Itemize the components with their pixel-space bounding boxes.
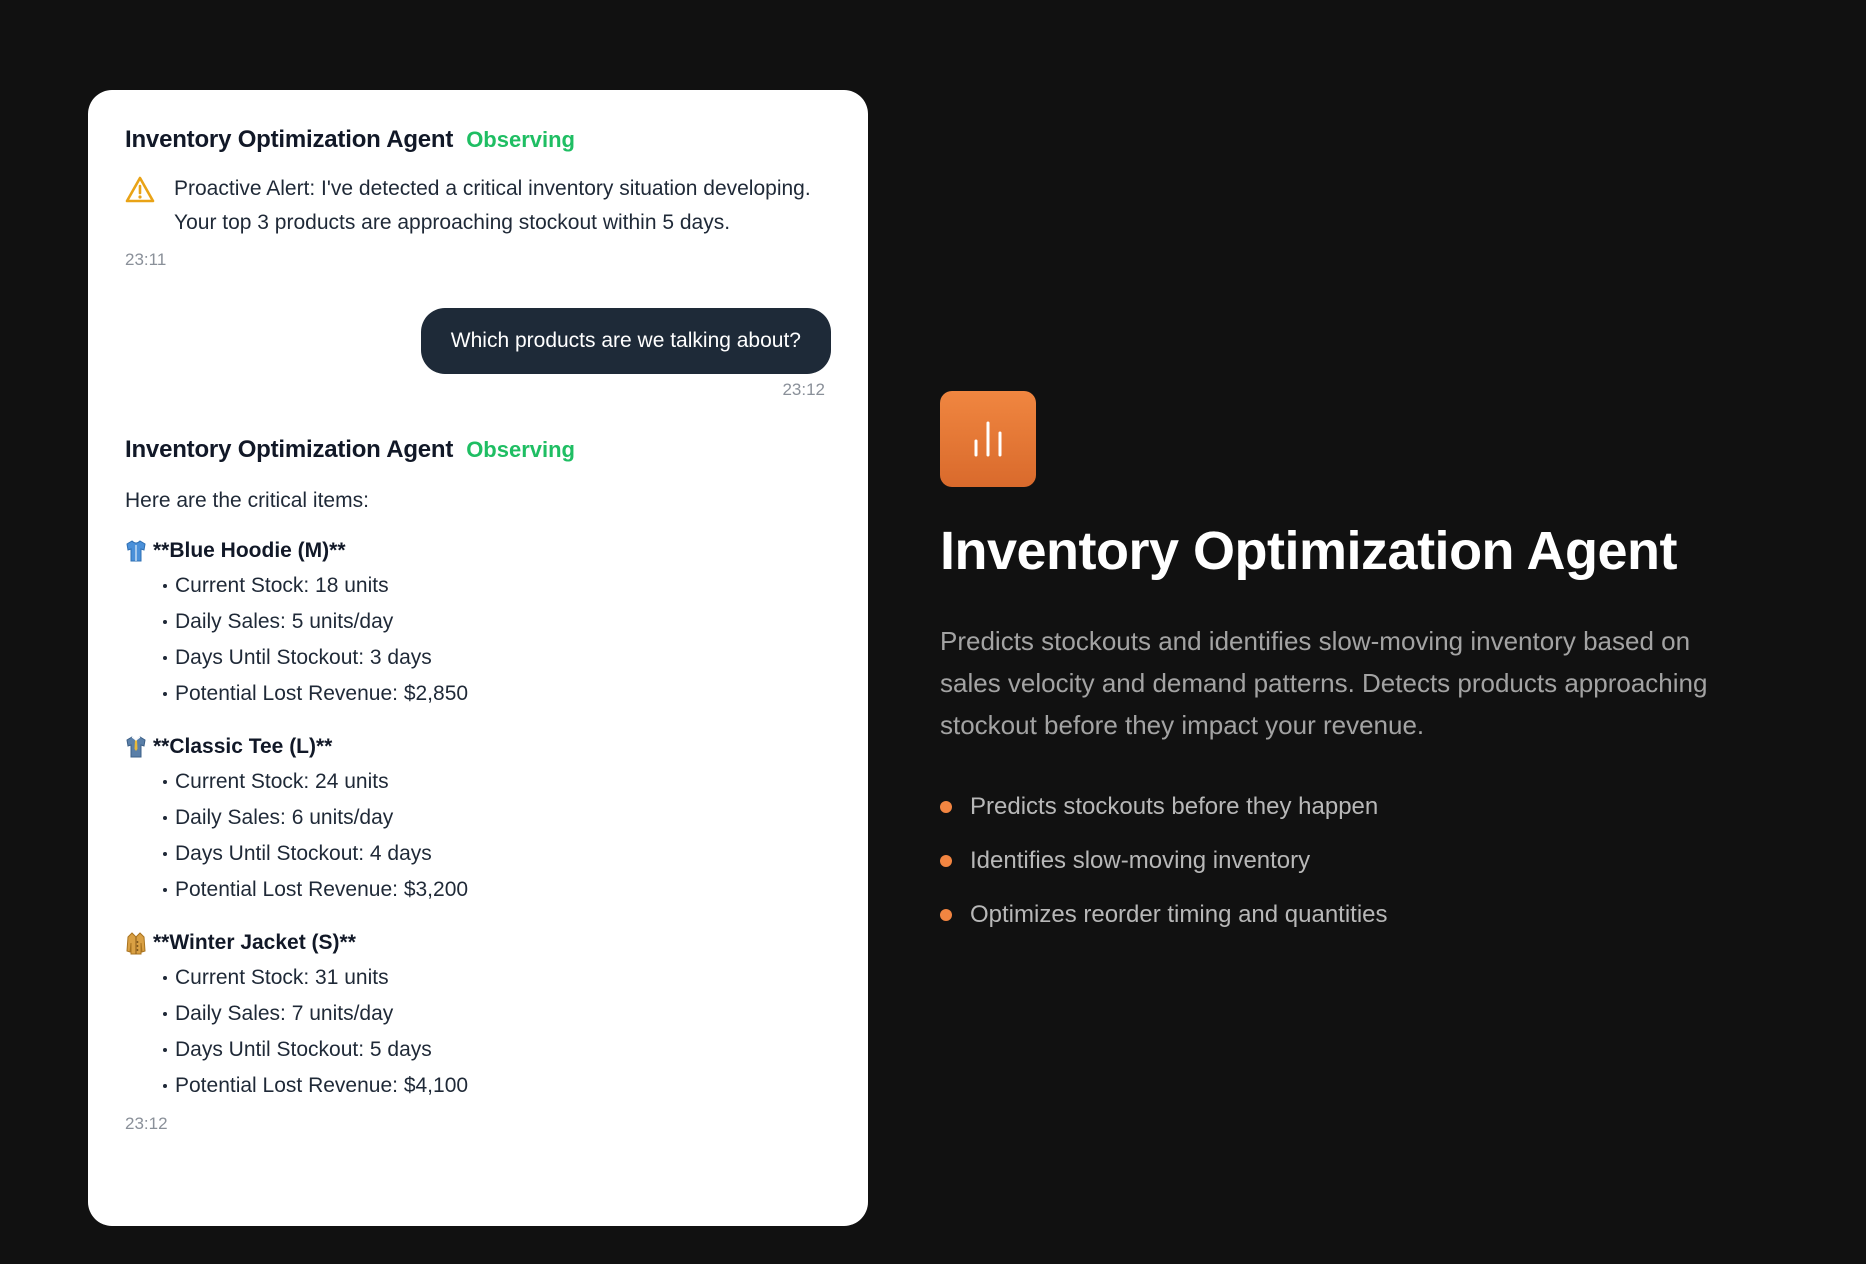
agent-message: Inventory Optimization Agent Observing P… bbox=[125, 126, 831, 270]
coat-icon bbox=[125, 931, 147, 955]
message-intro: Here are the critical items: bbox=[125, 489, 369, 512]
feature-item: Identifies slow-moving inventory bbox=[940, 834, 1388, 888]
bullet-icon bbox=[940, 855, 952, 867]
detail-text: Potential Lost Revenue: $3,200 bbox=[175, 878, 469, 901]
message-timestamp: 23:12 bbox=[782, 380, 825, 399]
agent-name: Inventory Optimization Agent bbox=[125, 436, 454, 463]
agent-message: Inventory Optimization Agent Observing H… bbox=[125, 436, 831, 1134]
agent-name: Inventory Optimization Agent bbox=[125, 126, 454, 153]
detail-text: Daily Sales: 6 units/day bbox=[175, 806, 394, 829]
tshirt-icon bbox=[125, 735, 147, 759]
detail-text: Current Stock: 18 units bbox=[175, 574, 389, 597]
agent-status-badge: Observing bbox=[466, 127, 575, 152]
page-title: Inventory Optimization Agent bbox=[940, 521, 1678, 581]
product-title: **Winter Jacket (S)** bbox=[125, 926, 831, 960]
bullet-icon bbox=[163, 780, 167, 784]
product-detail: Days Until Stockout: 4 days bbox=[125, 836, 831, 872]
bullet-icon bbox=[163, 620, 167, 624]
detail-text: Current Stock: 24 units bbox=[175, 770, 389, 793]
product-detail: Potential Lost Revenue: $4,100 bbox=[125, 1068, 831, 1104]
page: Inventory Optimization Agent Observing P… bbox=[0, 0, 1866, 1264]
message-timestamp: 23:11 bbox=[125, 250, 167, 269]
bar-chart-icon bbox=[940, 391, 1036, 487]
product-item: **Winter Jacket (S)** Current Stock: 31 … bbox=[125, 926, 831, 1104]
bullet-icon bbox=[163, 852, 167, 856]
feature-item: Predicts stockouts before they happen bbox=[940, 780, 1388, 834]
message-header: Inventory Optimization Agent Observing bbox=[125, 436, 831, 476]
message-timestamp: 23:12 bbox=[125, 1114, 168, 1133]
alert-row: Proactive Alert: I've detected a critica… bbox=[125, 172, 831, 240]
user-message-bubble: Which products are we talking about? bbox=[420, 308, 831, 374]
product-detail: Potential Lost Revenue: $3,200 bbox=[125, 872, 831, 908]
product-detail: Daily Sales: 5 units/day bbox=[125, 604, 831, 640]
bullet-icon bbox=[163, 1012, 167, 1016]
product-detail: Daily Sales: 7 units/day bbox=[125, 996, 831, 1032]
detail-text: Days Until Stockout: 4 days bbox=[175, 842, 432, 865]
product-detail: Daily Sales: 6 units/day bbox=[125, 800, 831, 836]
feature-text: Optimizes reorder timing and quantities bbox=[970, 901, 1388, 928]
feature-item: Optimizes reorder timing and quantities bbox=[940, 888, 1388, 942]
agent-status-badge: Observing bbox=[466, 437, 575, 462]
bullet-icon bbox=[163, 888, 167, 892]
product-name: **Winter Jacket (S)** bbox=[153, 931, 356, 954]
product-detail: Days Until Stockout: 3 days bbox=[125, 640, 831, 676]
shirt-icon bbox=[125, 539, 147, 563]
product-name: **Blue Hoodie (M)** bbox=[153, 539, 346, 562]
agent-description: Predicts stockouts and identifies slow-m… bbox=[940, 626, 1708, 740]
bullet-icon bbox=[163, 584, 167, 588]
message-text: Proactive Alert: I've detected a critica… bbox=[174, 177, 811, 234]
feature-text: Identifies slow-moving inventory bbox=[970, 847, 1311, 874]
user-message: Which products are we talking about? 23:… bbox=[125, 308, 831, 400]
product-detail: Current Stock: 31 units bbox=[125, 960, 831, 996]
product-title: **Blue Hoodie (M)** bbox=[125, 534, 831, 568]
message-header: Inventory Optimization Agent Observing bbox=[125, 126, 831, 166]
bullet-icon bbox=[940, 801, 952, 813]
bullet-icon bbox=[163, 1048, 167, 1052]
product-detail: Current Stock: 18 units bbox=[125, 568, 831, 604]
product-detail: Days Until Stockout: 5 days bbox=[125, 1032, 831, 1068]
detail-text: Days Until Stockout: 3 days bbox=[175, 646, 432, 669]
feature-text: Predicts stockouts before they happen bbox=[970, 793, 1379, 820]
detail-text: Current Stock: 31 units bbox=[175, 966, 389, 989]
product-name: **Classic Tee (L)** bbox=[153, 735, 333, 758]
bullet-icon bbox=[163, 656, 167, 660]
product-detail: Current Stock: 24 units bbox=[125, 764, 831, 800]
detail-text: Potential Lost Revenue: $4,100 bbox=[175, 1074, 469, 1097]
product-item: **Classic Tee (L)** Current Stock: 24 un… bbox=[125, 730, 831, 908]
bullet-icon bbox=[163, 692, 167, 696]
bullet-icon bbox=[163, 976, 167, 980]
detail-text: Days Until Stockout: 5 days bbox=[175, 1038, 432, 1061]
feature-list: Predicts stockouts before they happen Id… bbox=[940, 780, 1388, 942]
warning-icon bbox=[125, 172, 155, 240]
bullet-icon bbox=[163, 1084, 167, 1088]
bullet-icon bbox=[940, 909, 952, 921]
detail-text: Daily Sales: 5 units/day bbox=[175, 610, 394, 633]
product-title: **Classic Tee (L)** bbox=[125, 730, 831, 764]
bullet-icon bbox=[163, 816, 167, 820]
product-detail: Potential Lost Revenue: $2,850 bbox=[125, 676, 831, 712]
detail-text: Daily Sales: 7 units/day bbox=[175, 1002, 394, 1025]
chat-panel: Inventory Optimization Agent Observing P… bbox=[88, 90, 868, 1226]
product-item: **Blue Hoodie (M)** Current Stock: 18 un… bbox=[125, 534, 831, 712]
detail-text: Potential Lost Revenue: $2,850 bbox=[175, 682, 469, 705]
